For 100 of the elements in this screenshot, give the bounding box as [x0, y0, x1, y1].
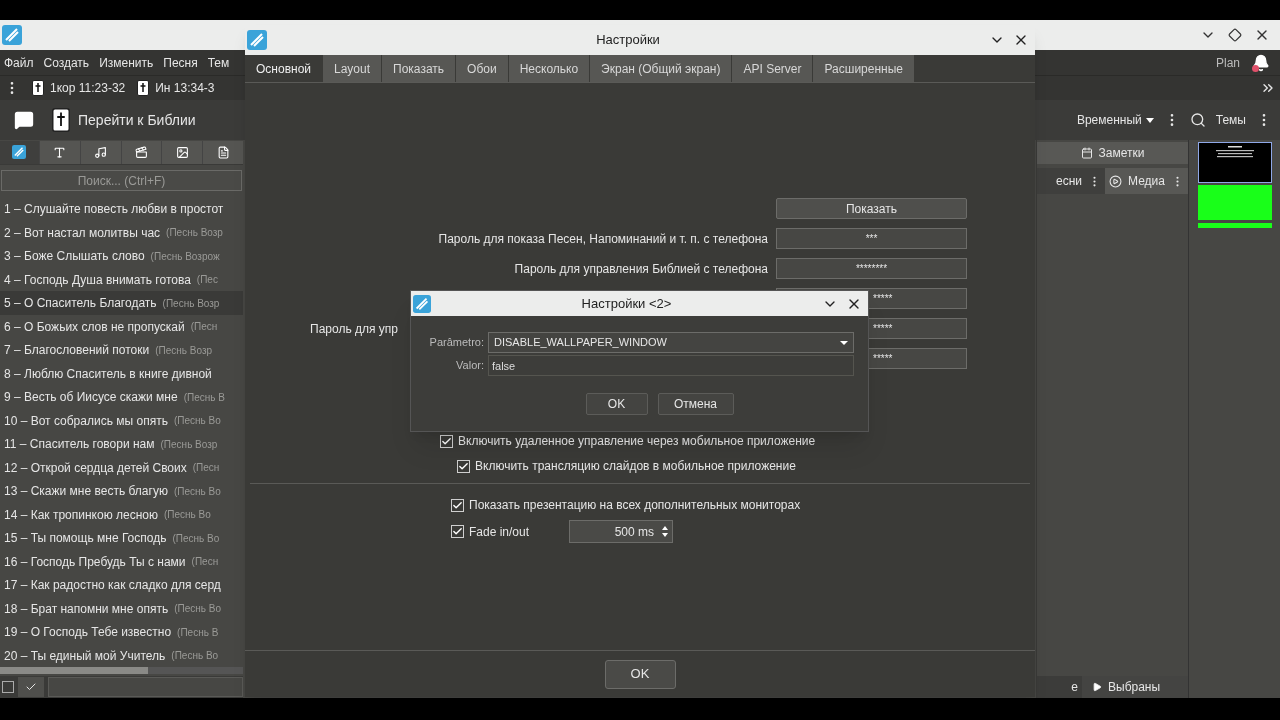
song-source: (Песнь Во — [164, 508, 211, 523]
song-title: 18 – Брат напомни мне опять — [4, 600, 169, 618]
song-item[interactable]: 19 – О Господь Тебе известно (Песнь В — [0, 620, 243, 644]
song-title: 2 – Вот настал молитвы час — [4, 224, 161, 242]
menu-item[interactable]: Тем — [207, 53, 230, 72]
bible-reference-button[interactable]: 1кор 11:23-32 — [32, 79, 126, 97]
song-title: 1 – Слушайте повесть любви в простот — [4, 201, 224, 219]
ok-button[interactable]: OK — [604, 659, 676, 689]
schedule-dropdown[interactable]: Временный — [1076, 111, 1154, 129]
song-item[interactable]: 18 – Брат напомни мне опять (Песнь Во — [0, 596, 243, 621]
song-title: 8 – Люблю Спаситель в книге дивной — [4, 365, 212, 383]
tab[interactable]: Экран (Общий экран) — [590, 55, 733, 82]
song-item[interactable]: 16 – Господь Пребудь Ты с нами (Песн — [0, 549, 243, 574]
bible-button[interactable]: Перейти к Библии — [52, 108, 196, 132]
menu-item[interactable]: Изменить — [99, 53, 154, 72]
song-title: 15 – Ты помощь мне Господь — [4, 530, 167, 548]
bible-reference-button[interactable]: Ин 13:34-3 — [137, 79, 215, 97]
song-item[interactable]: 17 – Как радостно как сладко для серд — [0, 573, 243, 597]
song-source: (Песнь Во — [171, 649, 219, 664]
slide-thumbnail[interactable] — [1197, 142, 1272, 183]
song-item[interactable]: 14 – Как тропинкою лесною (Песнь Во — [0, 502, 243, 527]
song-item[interactable]: 8 – Люблю Спаситель в книге дивной — [0, 361, 243, 386]
song-source: (Песнь Возрож — [150, 249, 220, 264]
search-icon[interactable] — [1189, 112, 1206, 128]
checkbox[interactable] — [2, 681, 14, 694]
tab[interactable]: Расширенные — [813, 55, 915, 82]
tab[interactable]: Показать — [382, 55, 457, 82]
parameter-label: Parâmetro: — [428, 335, 484, 351]
slide-thumbnail[interactable] — [1197, 185, 1272, 229]
song-item[interactable]: 13 – Скажи мне весть благую (Песнь Во — [0, 479, 243, 503]
checkbox-label: Fade in/out — [469, 523, 531, 541]
document-icon — [216, 145, 230, 159]
song-item[interactable]: 5 – О Спаситель Благодать (Песнь Возр — [0, 291, 243, 315]
tab[interactable]: Обои — [456, 55, 509, 82]
password-field[interactable]: *** — [776, 228, 967, 249]
song-item[interactable]: 3 – Боже Слышать слово (Песнь Возрож — [0, 244, 243, 268]
parameter-dropdown[interactable]: DISABLE_WALLPAPER_WINDOW — [488, 332, 854, 353]
song-title: 17 – Как радостно как сладко для серд — [4, 577, 221, 595]
ok-button[interactable]: OK — [585, 393, 648, 415]
menu-item[interactable]: Песня — [163, 53, 198, 72]
panel-tab[interactable]: Медиа — [1105, 168, 1188, 194]
song-item[interactable]: 7 – Благословений потоки (Песнь Возр — [0, 338, 243, 362]
song-item[interactable]: 2 – Вот настал молитвы час (Песнь Возр — [0, 220, 243, 245]
song-item[interactable]: 6 – О Божьих слов не пропускай (Песн — [0, 314, 243, 339]
song-source: (Песнь Во — [173, 414, 221, 429]
bell-icon[interactable] — [1252, 53, 1270, 72]
tab[interactable]: Несколько — [508, 55, 591, 82]
song-item[interactable]: 15 – Ты помощь мне Господь (Песнь Во — [0, 526, 243, 550]
message-icon[interactable] — [14, 110, 34, 130]
cancel-button[interactable]: Отмена — [657, 393, 734, 415]
checkbox[interactable] — [440, 434, 453, 448]
song-item[interactable]: 4 – Господь Душа внимать готова (Пес — [0, 267, 243, 292]
password-label: Пароль для упр — [310, 320, 398, 338]
checkbox[interactable] — [451, 498, 464, 512]
tab[interactable]: Layout — [323, 55, 383, 82]
song-title: 9 – Весть об Иисусе скажи мне — [4, 389, 178, 407]
selected-tab[interactable]: Выбраны — [1082, 676, 1188, 698]
maximize-icon[interactable] — [1228, 28, 1242, 42]
checkbox[interactable] — [457, 459, 470, 473]
clapperboard-icon — [134, 145, 148, 159]
song-title: 7 – Благословений потоки — [4, 342, 150, 360]
app-logo-icon — [413, 294, 431, 313]
image-icon — [175, 145, 189, 159]
song-title: 11 – Спаситель говори нам — [4, 436, 155, 454]
songs-tab[interactable] — [0, 141, 39, 164]
password-label: Пароль для показа Песен, Напоминаний и т. п. с телефона — [438, 230, 768, 248]
input-field[interactable] — [48, 677, 243, 698]
value-field[interactable]: false — [488, 355, 854, 376]
song-title: 3 – Боже Слышать слово — [4, 248, 145, 266]
song-title: 12 – Открой сердца детей Своих — [4, 459, 187, 477]
plan-label[interactable]: Plan — [1215, 53, 1240, 72]
song-item[interactable]: 1 – Слушайте повесть любви в простот — [0, 197, 243, 221]
window-title: Настройки — [595, 31, 661, 50]
panel-tab[interactable]: есни — [1037, 168, 1106, 194]
song-source: (Песнь Возр — [166, 226, 223, 241]
song-item[interactable]: 10 – Вот собрались мы опять (Песнь Во — [0, 408, 243, 433]
duration-spinner[interactable]: 500 ms — [569, 520, 673, 543]
checkbox[interactable] — [451, 525, 464, 538]
panel-tab[interactable]: е — [1037, 676, 1082, 698]
show-button[interactable]: Показать — [776, 198, 967, 219]
dialog-title: Настройки <2> — [580, 294, 673, 313]
menu-item[interactable]: Файл — [4, 53, 34, 72]
password-field[interactable]: ******** — [776, 258, 967, 279]
song-item[interactable]: 20 – Ты единый мой Учитель (Песнь Во — [0, 643, 243, 668]
song-source: (Песнь В — [177, 625, 219, 640]
song-item[interactable]: 11 – Спаситель говори нам (Песнь Возр — [0, 432, 243, 456]
menu-item[interactable]: Создать — [43, 53, 90, 72]
notes-tab[interactable]: Заметки — [1037, 142, 1188, 164]
app-logo-icon — [12, 145, 27, 160]
checkbox-label: Включить удаленное управление через мобильное приложение — [458, 433, 816, 450]
song-source: (Песнь Возр — [160, 437, 218, 452]
scrollbar-thumb[interactable] — [0, 667, 148, 675]
tab[interactable]: API Server — [732, 55, 814, 82]
song-source: (Песн — [192, 461, 220, 476]
song-item[interactable]: 12 – Открой сердца детей Своих (Песн — [0, 455, 243, 480]
song-title: 5 – О Спаситель Благодать — [4, 295, 157, 313]
song-item[interactable]: 9 – Весть об Иисусе скажи мне (Песнь В — [0, 385, 243, 409]
themes-button[interactable]: Темы — [1215, 111, 1246, 129]
song-title: 6 – О Божьих слов не пропускай — [4, 318, 185, 336]
song-source: (Песнь В — [183, 390, 225, 405]
